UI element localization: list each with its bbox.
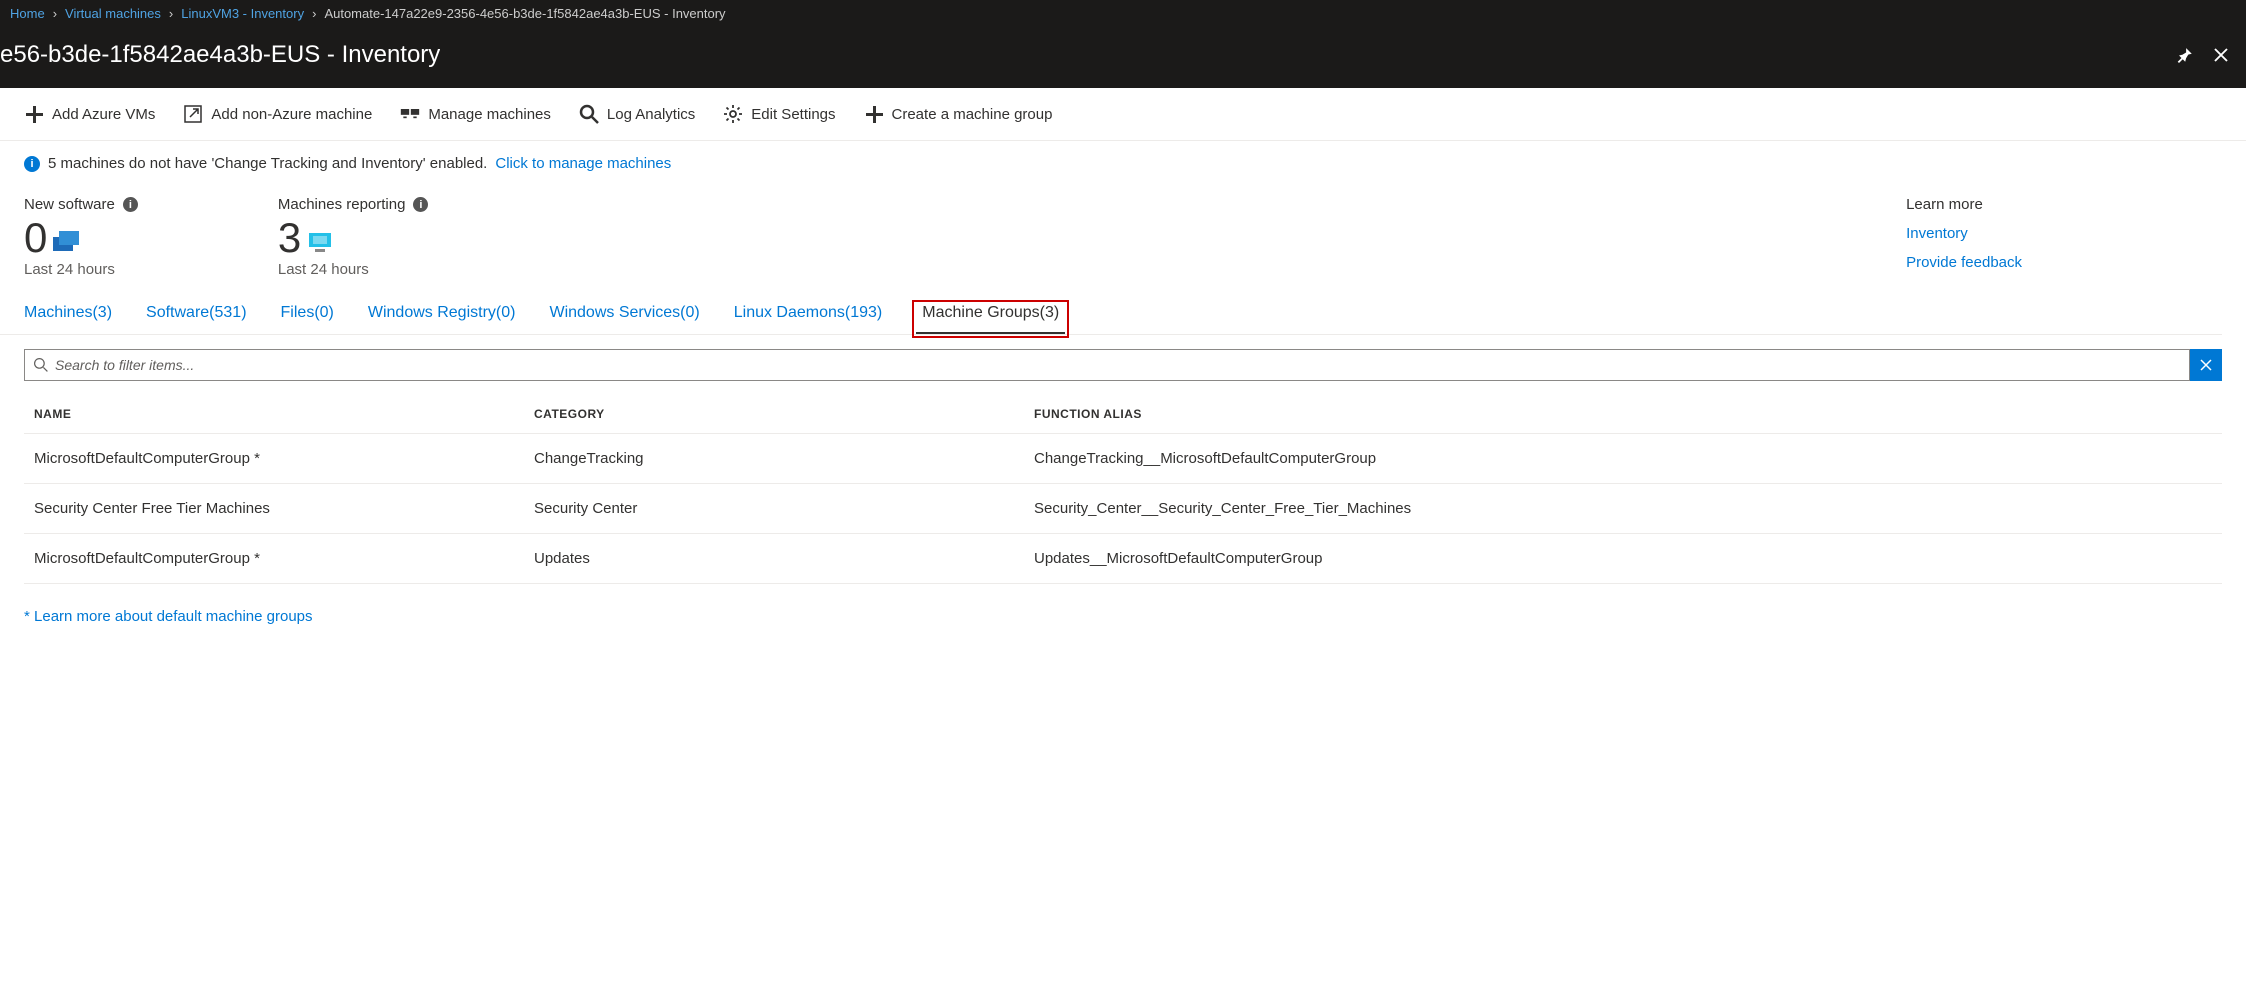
inventory-link[interactable]: Inventory bbox=[1906, 225, 2022, 242]
tab-windows-registry[interactable]: Windows Registry(0) bbox=[368, 304, 516, 334]
machine-groups-grid: NAME CATEGORY FUNCTION ALIAS MicrosoftDe… bbox=[0, 381, 2246, 590]
table-row[interactable]: MicrosoftDefaultComputerGroup * ChangeTr… bbox=[24, 434, 2222, 484]
footnote: * Learn more about default machine group… bbox=[0, 590, 2246, 643]
table-row[interactable]: MicrosoftDefaultComputerGroup * Updates … bbox=[24, 534, 2222, 584]
cell-category: Updates bbox=[534, 550, 1034, 567]
stat-sub: Last 24 hours bbox=[24, 261, 138, 278]
search-row bbox=[0, 335, 2246, 381]
grid-header: NAME CATEGORY FUNCTION ALIAS bbox=[24, 395, 2222, 434]
manage-machines-button[interactable]: Manage machines bbox=[400, 104, 551, 124]
page-title: e56-b3de-1f5842ae4a3b-EUS - Inventory bbox=[0, 41, 440, 69]
cell-name: MicrosoftDefaultComputerGroup * bbox=[34, 550, 534, 567]
breadcrumb-current: Automate-147a22e9-2356-4e56-b3de-1f5842a… bbox=[324, 6, 725, 21]
clear-search-button[interactable] bbox=[2190, 349, 2222, 381]
stats-row: New software i 0 Last 24 hours Machines … bbox=[0, 178, 2246, 282]
info-text: 5 machines do not have 'Change Tracking … bbox=[48, 155, 487, 172]
breadcrumb-link-home[interactable]: Home bbox=[10, 6, 45, 21]
software-icon bbox=[53, 231, 79, 253]
toolbar-label: Create a machine group bbox=[892, 106, 1053, 123]
pin-icon[interactable] bbox=[2176, 46, 2194, 64]
stat-machines-reporting: Machines reporting i 3 Last 24 hours bbox=[278, 196, 429, 278]
tab-windows-services[interactable]: Windows Services(0) bbox=[549, 304, 699, 334]
info-icon[interactable]: i bbox=[123, 197, 138, 212]
title-bar: e56-b3de-1f5842ae4a3b-EUS - Inventory bbox=[0, 26, 2246, 88]
info-icon: i bbox=[24, 156, 40, 172]
stat-label: New software bbox=[24, 196, 115, 213]
stat-label: Machines reporting bbox=[278, 196, 406, 213]
toolbar-label: Manage machines bbox=[428, 106, 551, 123]
tab-linux-daemons[interactable]: Linux Daemons(193) bbox=[734, 304, 883, 334]
stat-value: 3 bbox=[278, 217, 301, 259]
col-header-name[interactable]: NAME bbox=[34, 407, 534, 421]
toolbar-label: Add non-Azure machine bbox=[211, 106, 372, 123]
cell-category: ChangeTracking bbox=[534, 450, 1034, 467]
default-machine-groups-link[interactable]: * Learn more about default machine group… bbox=[24, 608, 313, 625]
table-row[interactable]: Security Center Free Tier Machines Secur… bbox=[24, 484, 2222, 534]
info-banner: i 5 machines do not have 'Change Trackin… bbox=[0, 141, 2246, 178]
breadcrumb: Home › Virtual machines › LinuxVM3 - Inv… bbox=[0, 0, 2246, 26]
edit-settings-button[interactable]: Edit Settings bbox=[723, 104, 835, 124]
cell-function-alias: ChangeTracking__MicrosoftDefaultComputer… bbox=[1034, 450, 2212, 467]
toolbar-label: Edit Settings bbox=[751, 106, 835, 123]
stat-new-software: New software i 0 Last 24 hours bbox=[24, 196, 138, 278]
add-non-azure-button[interactable]: Add non-Azure machine bbox=[183, 104, 372, 124]
tab-machines[interactable]: Machines(3) bbox=[24, 304, 112, 334]
col-header-category[interactable]: CATEGORY bbox=[534, 407, 1034, 421]
plus-icon bbox=[24, 104, 44, 124]
toolbar-label: Log Analytics bbox=[607, 106, 695, 123]
search-input[interactable] bbox=[55, 357, 2181, 373]
search-wrap bbox=[24, 349, 2190, 381]
close-icon[interactable] bbox=[2212, 46, 2230, 64]
cell-name: MicrosoftDefaultComputerGroup * bbox=[34, 450, 534, 467]
tab-files[interactable]: Files(0) bbox=[281, 304, 334, 334]
cell-category: Security Center bbox=[534, 500, 1034, 517]
stat-value: 0 bbox=[24, 217, 47, 259]
gear-icon bbox=[723, 104, 743, 124]
machines-icon bbox=[400, 104, 420, 124]
toolbar-label: Add Azure VMs bbox=[52, 106, 155, 123]
search-icon bbox=[33, 357, 49, 373]
tab-software[interactable]: Software(531) bbox=[146, 304, 247, 334]
tab-machine-groups[interactable]: Machine Groups(3) bbox=[916, 304, 1065, 334]
breadcrumb-link-linuxvm3[interactable]: LinuxVM3 - Inventory bbox=[181, 6, 304, 21]
stat-sub: Last 24 hours bbox=[278, 261, 429, 278]
close-icon bbox=[2200, 359, 2212, 371]
toolbar: Add Azure VMs Add non-Azure machine Mana… bbox=[0, 88, 2246, 141]
col-header-function-alias[interactable]: FUNCTION ALIAS bbox=[1034, 407, 2212, 421]
breadcrumb-sep: › bbox=[53, 6, 57, 21]
cell-name: Security Center Free Tier Machines bbox=[34, 500, 534, 517]
provide-feedback-link[interactable]: Provide feedback bbox=[1906, 254, 2022, 271]
learn-more-title: Learn more bbox=[1906, 196, 2022, 213]
breadcrumb-link-vms[interactable]: Virtual machines bbox=[65, 6, 161, 21]
info-icon[interactable]: i bbox=[413, 197, 428, 212]
add-azure-vms-button[interactable]: Add Azure VMs bbox=[24, 104, 155, 124]
cell-function-alias: Updates__MicrosoftDefaultComputerGroup bbox=[1034, 550, 2212, 567]
breadcrumb-sep: › bbox=[312, 6, 316, 21]
manage-machines-link[interactable]: Click to manage machines bbox=[495, 155, 671, 172]
machine-icon bbox=[307, 231, 333, 253]
plus-icon bbox=[864, 104, 884, 124]
external-icon bbox=[183, 104, 203, 124]
create-machine-group-button[interactable]: Create a machine group bbox=[864, 104, 1053, 124]
breadcrumb-sep: › bbox=[169, 6, 173, 21]
tabs: Machines(3) Software(531) Files(0) Windo… bbox=[0, 282, 2222, 335]
learn-more-panel: Learn more Inventory Provide feedback bbox=[1906, 196, 2222, 278]
cell-function-alias: Security_Center__Security_Center_Free_Ti… bbox=[1034, 500, 2212, 517]
search-icon bbox=[579, 104, 599, 124]
log-analytics-button[interactable]: Log Analytics bbox=[579, 104, 695, 124]
